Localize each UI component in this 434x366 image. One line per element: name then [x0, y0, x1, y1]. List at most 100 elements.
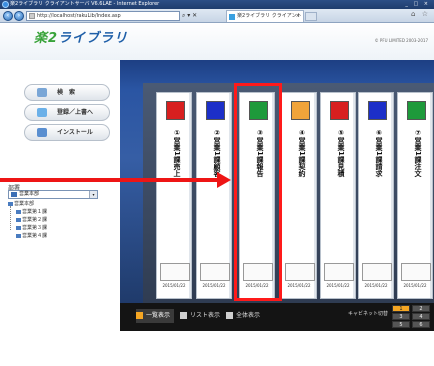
annotation-arrow-head-icon [217, 172, 231, 188]
selection-highlight [234, 83, 282, 301]
binder-label-box [160, 263, 190, 281]
tree-item-label: 営業第４課 [22, 233, 48, 239]
tree-root[interactable]: 営業本部 [8, 200, 108, 208]
url-controls[interactable]: ⌕ ▾ ✕ [182, 11, 197, 21]
cabinet-icon [8, 202, 13, 206]
binder-label-box [200, 263, 230, 281]
binder-date: 2015/01/22 [162, 283, 186, 288]
binder-color-tab [291, 101, 310, 120]
pager-button[interactable]: 3 [392, 313, 410, 320]
new-tab-button[interactable] [305, 12, 317, 21]
binder-date: 2015/01/22 [364, 283, 388, 288]
tree-item[interactable]: 営業第１課 [8, 208, 108, 216]
window-title: 楽2ライブラリ クライアントサーバ V6.6LAE - Internet Exp… [10, 1, 160, 7]
folder-icon [11, 192, 17, 197]
binder-title: ⑥営業1課請求 [375, 129, 383, 177]
pager-button[interactable]: 2 [412, 305, 430, 312]
binder-title: ④営業1課契約 [298, 129, 306, 177]
cabinet-icon [16, 234, 21, 238]
pager-button[interactable]: 6 [412, 321, 430, 328]
binder-date: 2015/01/22 [202, 283, 226, 288]
binder[interactable]: ④営業1課契約 2015/01/22 [281, 92, 317, 299]
binder-label-box [362, 263, 392, 281]
cabinet-icon [16, 226, 21, 230]
address-bar: ‹ › http://localhost/rakuLib/Index.asp ⌕… [0, 9, 434, 30]
pager-button[interactable]: 5 [392, 321, 410, 328]
binder-color-tab [368, 101, 387, 120]
binder-date: 2015/01/22 [403, 283, 427, 288]
search-button-label: 検 索 [57, 89, 76, 96]
binder-title: ①営業1課売上 [173, 129, 181, 177]
tree-root-label: 営業本部 [14, 201, 35, 207]
cabinet-icon [16, 210, 21, 214]
register-button-label: 登録／上書へ [57, 109, 94, 116]
cabinet-icon [16, 218, 21, 222]
binder-date: 2015/01/22 [287, 283, 311, 288]
cabinet-switch-label[interactable]: キャビネット切替 [348, 310, 388, 317]
page-icon [29, 13, 35, 19]
binder[interactable]: ⑥営業1課請求 2015/01/22 [358, 92, 394, 299]
binder-color-tab [206, 101, 225, 120]
binder[interactable]: ⑤営業1課見積 2015/01/22 [320, 92, 356, 299]
tree-item-label: 営業第１課 [22, 209, 48, 215]
app-logo: 楽2ライブラリ [34, 27, 128, 46]
annotation-arrow-line [0, 178, 218, 182]
binder-title: ②営業1課顧客 [213, 129, 221, 177]
department-tree: 営業本部 営業第１課 営業第２課 営業第３課 営業第４課 [8, 200, 108, 240]
url-text: http://localhost/rakuLib/Index.asp [37, 13, 121, 19]
icon-view-label: 一覧表示 [146, 312, 171, 319]
binder-color-tab [166, 101, 185, 120]
all-view-label: 全体表示 [236, 312, 261, 319]
install-button-label: インストール [57, 129, 93, 136]
forward-button[interactable]: › [14, 11, 24, 21]
tab-close-icon[interactable]: × [296, 11, 300, 22]
cabinet-pager: 1 2 3 4 5 6 [392, 305, 432, 329]
all-view-button[interactable]: 全体表示 [226, 309, 260, 323]
dept-select[interactable]: 営業本部 ▾ [8, 190, 98, 199]
binder-title: ⑤営業1課見積 [337, 129, 345, 177]
list-view-label: リスト表示 [190, 312, 221, 319]
magnifier-icon [37, 88, 47, 97]
binder-title: ⑦営業1課注文 [414, 129, 422, 177]
logo-main: 楽2 [34, 31, 59, 46]
app-header: 楽2ライブラリ © PFU LIMITED 2003-2017 [0, 23, 434, 60]
chevron-down-icon[interactable]: ▾ [89, 191, 97, 198]
binder[interactable]: ⑦営業1課注文 2015/01/22 [397, 92, 433, 299]
all-view-icon [226, 312, 233, 319]
pager-button[interactable]: 4 [412, 313, 430, 320]
tree-item[interactable]: 営業第４課 [8, 232, 108, 240]
tree-item-label: 営業第２課 [22, 217, 48, 223]
binder-label-box [324, 263, 354, 281]
search-button[interactable]: 検 索 [24, 84, 110, 101]
install-icon [37, 128, 47, 137]
back-button[interactable]: ‹ [3, 11, 13, 21]
list-view-icon [180, 312, 187, 319]
binder-color-tab [407, 101, 426, 120]
browser-tab[interactable]: 楽2ライブラリ クライアントサー... × [226, 10, 304, 30]
window-controls[interactable]: _ □ × [405, 0, 430, 9]
icon-view-button[interactable]: 一覧表示 [136, 309, 175, 323]
tree-item[interactable]: 営業第３課 [8, 224, 108, 232]
install-button[interactable]: インストール [24, 124, 110, 141]
icon-view-icon [136, 312, 143, 319]
list-view-button[interactable]: リスト表示 [180, 309, 220, 323]
browser-title-bar: 楽2ライブラリ クライアントサーバ V6.6LAE - Internet Exp… [0, 0, 434, 9]
view-toolbar: 一覧表示 リスト表示 全体表示 キャビネット切替 1 2 3 4 5 6 [120, 303, 434, 331]
ie-logo-icon [2, 1, 9, 8]
tree-item[interactable]: 営業第２課 [8, 216, 108, 224]
binder-label-box [401, 263, 431, 281]
binder-color-tab [330, 101, 349, 120]
copyright-text: © PFU LIMITED 2003-2017 [374, 38, 428, 43]
binder-label-box [285, 263, 315, 281]
dept-select-value: 営業本部 [19, 191, 40, 197]
logo-sub: ライブラリ [58, 31, 129, 46]
pager-button[interactable]: 1 [392, 305, 410, 312]
tree-item-label: 営業第３課 [22, 225, 48, 231]
register-button[interactable]: 登録／上書へ [24, 104, 110, 121]
binder[interactable]: ②営業1課顧客 2015/01/22 [196, 92, 232, 299]
register-icon [37, 108, 47, 117]
binder[interactable]: ①営業1課売上 2015/01/22 [156, 92, 192, 299]
url-input[interactable]: http://localhost/rakuLib/Index.asp [26, 11, 180, 21]
browser-right-controls[interactable]: ⌂ ☆ [411, 10, 430, 18]
binder-date: 2015/01/22 [326, 283, 350, 288]
